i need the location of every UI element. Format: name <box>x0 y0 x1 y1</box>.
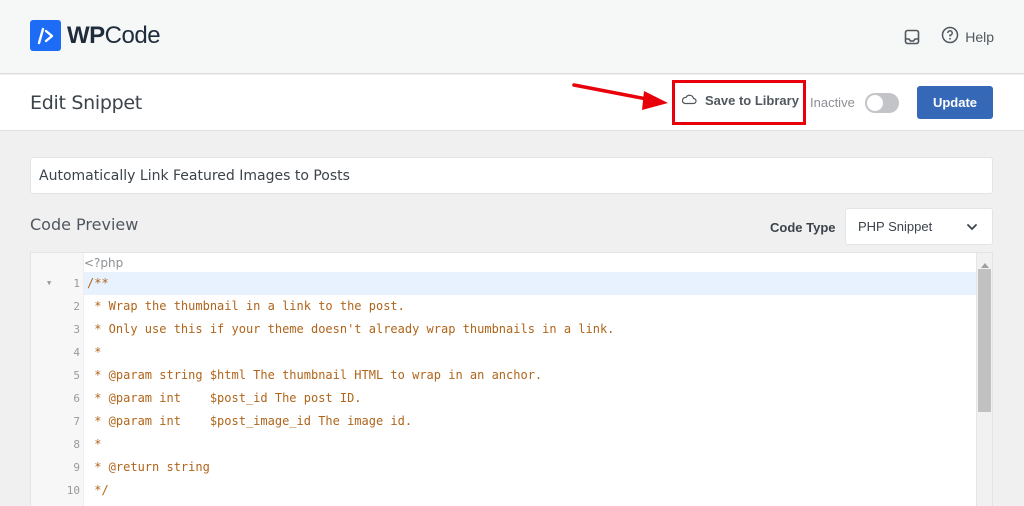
line-number: 7 <box>73 415 80 428</box>
code-line[interactable]: 2 * Wrap the thumbnail in a link to the … <box>31 295 978 318</box>
code-line[interactable]: ▼ 1 /** <box>31 272 978 295</box>
top-bar: WPCode Help <box>0 0 1024 74</box>
line-text: * <box>87 345 102 359</box>
line-number: 1 <box>73 277 80 290</box>
code-line[interactable]: 9 * @return string <box>31 456 978 479</box>
help-label: Help <box>965 28 994 45</box>
line-number: 8 <box>73 438 80 451</box>
line-text: * <box>87 437 102 451</box>
fold-arrow-icon[interactable]: ▼ <box>47 272 51 295</box>
code-line[interactable]: 5 * @param string $html The thumbnail HT… <box>31 364 978 387</box>
line-number: 4 <box>73 346 80 359</box>
code-type-select[interactable]: PHP Snippet <box>845 208 993 245</box>
code-type-value: PHP Snippet <box>858 219 933 234</box>
inbox-icon[interactable] <box>903 28 921 46</box>
help-link[interactable]: Help <box>941 26 994 47</box>
snippet-title-input[interactable] <box>30 157 993 194</box>
scrollbar-thumb[interactable] <box>978 269 991 412</box>
wpcode-logo[interactable]: WPCode <box>30 20 161 51</box>
line-number: 5 <box>73 369 80 382</box>
cloud-icon <box>681 93 697 108</box>
status-label: Inactive <box>810 95 855 110</box>
code-line[interactable]: 7 * @param int $post_image_id The image … <box>31 410 978 433</box>
line-number: 3 <box>73 323 80 336</box>
line-text: * @param int $post_image_id The image id… <box>87 414 413 428</box>
annotation-arrow <box>572 83 668 110</box>
code-preview-label: Code Preview <box>30 215 139 234</box>
line-text: * @param int $post_id The post ID. <box>87 391 362 405</box>
line-text: * @param string $html The thumbnail HTML… <box>87 368 543 382</box>
line-number: 6 <box>73 392 80 405</box>
php-open-tag: <?php <box>84 256 124 270</box>
logo-text: WPCode <box>67 21 161 49</box>
save-to-library-label: Save to Library <box>705 93 799 108</box>
save-to-library-button[interactable]: Save to Library <box>681 93 799 108</box>
code-editor[interactable]: <?php ▼ 1 /** 2 * Wrap the thumbnail in … <box>30 252 993 506</box>
line-number: 10 <box>66 484 80 497</box>
edit-header: Edit Snippet Save to Library Inactive Up… <box>0 75 1024 131</box>
question-circle-icon <box>941 26 959 47</box>
code-slash-icon <box>30 20 61 51</box>
line-number: 9 <box>73 461 80 474</box>
editor-scrollbar[interactable] <box>976 253 992 506</box>
line-text: */ <box>87 483 109 497</box>
code-line[interactable]: 8 * <box>31 433 978 456</box>
code-line[interactable]: 3 * Only use this if your theme doesn't … <box>31 318 978 341</box>
chevron-down-icon <box>966 219 978 234</box>
line-text: * @return string <box>87 460 210 474</box>
update-button[interactable]: Update <box>917 86 993 119</box>
active-toggle[interactable] <box>865 93 899 113</box>
code-line[interactable]: 6 * @param int $post_id The post ID. <box>31 387 978 410</box>
page-title: Edit Snippet <box>30 92 142 114</box>
code-type-label: Code Type <box>770 220 836 235</box>
code-line[interactable]: 4 * <box>31 341 978 364</box>
scroll-up-arrow-icon[interactable] <box>981 263 989 268</box>
code-line[interactable]: 10 */ <box>31 479 978 502</box>
line-text: * Wrap the thumbnail in a link to the po… <box>87 299 405 313</box>
line-text: /** <box>84 272 978 295</box>
line-text: * Only use this if your theme doesn't al… <box>87 322 615 336</box>
line-number: 2 <box>73 300 80 313</box>
